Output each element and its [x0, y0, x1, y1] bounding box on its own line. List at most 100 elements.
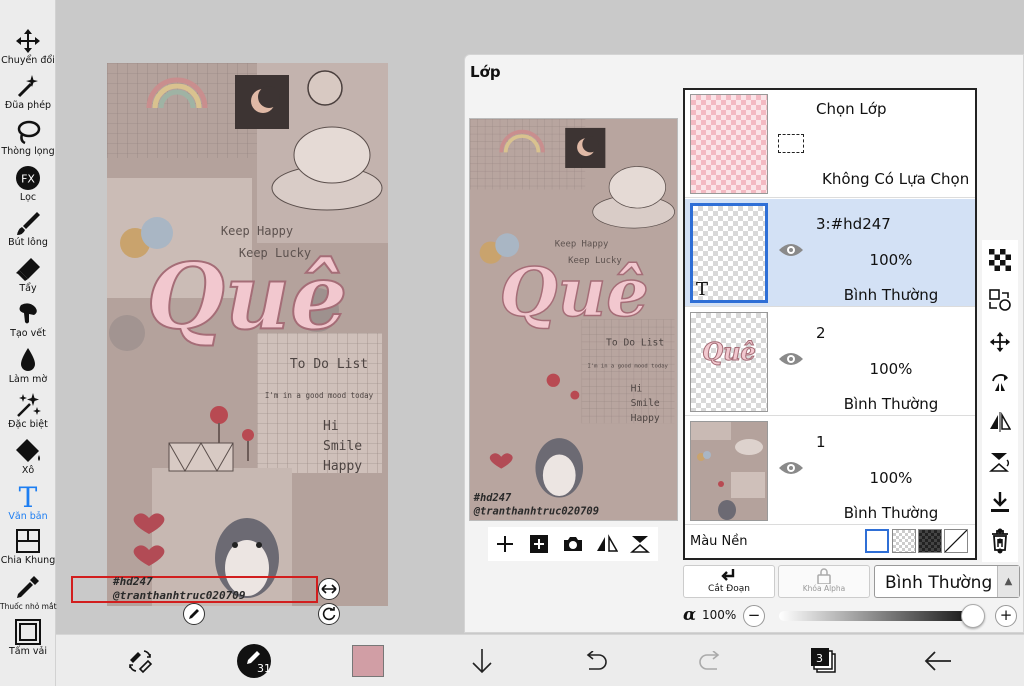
layer-visibility-toggle[interactable] — [778, 350, 804, 372]
layer-visibility-toggle[interactable] — [778, 459, 804, 481]
move-layer-button[interactable] — [988, 330, 1012, 354]
layer-list: Chọn Lớp Không Có Lựa Chọn T 3:#hd247 10… — [683, 88, 977, 560]
bg-none-swatch[interactable] — [944, 529, 968, 553]
tool-blur[interactable]: Làm mờ — [0, 347, 56, 385]
layer-row[interactable]: T 3:#hd247 100% Bình Thường — [685, 199, 975, 307]
convert-layer-button[interactable] — [988, 288, 1012, 312]
tool-special[interactable]: Đặc biệt — [0, 392, 56, 430]
eye-icon — [779, 244, 803, 256]
layer-row[interactable]: 1 100% Bình Thường — [685, 417, 975, 525]
tool-eraser[interactable]: Tẩy — [0, 256, 56, 294]
move-down-button[interactable] — [464, 644, 500, 678]
tool-smudge[interactable]: Tạo vết — [0, 301, 56, 339]
alpha-decrease-button[interactable]: − — [743, 605, 765, 627]
clip-arrow-icon — [721, 569, 735, 581]
blend-mode-select[interactable]: Bình Thường ▲ — [874, 565, 1020, 598]
camera-import-button[interactable] — [561, 532, 585, 556]
tool-label: Tẩy — [19, 283, 37, 294]
add-layer-button[interactable] — [493, 532, 517, 556]
alpha-lock-button[interactable]: Khóa Alpha — [778, 565, 870, 598]
layer-opacity: 100% — [869, 360, 913, 378]
add-square-icon — [530, 535, 548, 553]
flip-layer-vertical-button[interactable] — [988, 450, 1012, 474]
flip-horizontal-icon — [597, 534, 618, 552]
tool-label: Tấm vải — [9, 646, 47, 657]
flip-horizontal-button[interactable] — [595, 532, 619, 556]
layer-visibility-toggle[interactable] — [778, 241, 804, 263]
undo-button[interactable] — [578, 644, 614, 678]
tool-brush[interactable]: Bút lông — [0, 210, 56, 248]
clipping-button[interactable]: Cắt Đoạn — [683, 565, 775, 598]
resize-handle[interactable] — [318, 578, 340, 600]
tool-frame-divider[interactable]: Chia Khung — [0, 528, 56, 566]
more-options-button[interactable] — [994, 527, 1006, 555]
rotate-layer-button[interactable] — [988, 370, 1012, 394]
frame-divider-icon — [16, 529, 40, 553]
layer-thumbnail-art: Quê — [702, 337, 757, 367]
back-button[interactable] — [920, 644, 956, 678]
art-happy: Happy — [323, 459, 362, 474]
flip-layer-horizontal-button[interactable] — [988, 410, 1012, 434]
horizontal-resize-icon — [321, 584, 337, 594]
swap-tool-button[interactable] — [122, 644, 158, 678]
brush-size-button[interactable]: 31 — [236, 644, 272, 678]
bg-transparent-light-swatch[interactable] — [892, 529, 916, 553]
bg-transparent-dark-swatch[interactable] — [918, 529, 942, 553]
tool-magic-wand[interactable]: Đũa phép — [0, 73, 56, 111]
brush-size-value: 31 — [257, 662, 271, 675]
tool-label: Thuốc nhỏ mắt — [0, 602, 57, 611]
redo-button[interactable] — [692, 644, 728, 678]
preview-keep-lucky: Keep Lucky — [568, 256, 622, 266]
swap-layer-icon — [989, 289, 1011, 311]
layer-opacity: 100% — [869, 251, 913, 269]
selection-layer-status: Không Có Lựa Chọn — [822, 170, 970, 188]
camera-icon — [564, 537, 582, 551]
tool-filter[interactable]: FX Lọc — [0, 165, 56, 203]
drawing-canvas[interactable]: Quê Keep Happy Keep Lucky To Do List I'm… — [107, 63, 388, 606]
selection-layer-row[interactable]: Chọn Lớp Không Có Lựa Chọn — [685, 90, 975, 198]
layer-row[interactable]: Quê 2 100% Bình Thường — [685, 308, 975, 416]
bg-white-swatch[interactable] — [865, 529, 889, 553]
lasso-icon — [17, 120, 41, 145]
alpha-increase-button[interactable]: + — [995, 605, 1017, 627]
tool-eyedropper[interactable]: Thuốc nhỏ mắt — [0, 574, 57, 612]
flip-horizontal-icon — [990, 412, 1011, 432]
special-sparkle-icon — [17, 393, 41, 417]
merge-down-button[interactable] — [988, 490, 1012, 514]
merge-down-icon — [991, 492, 1009, 512]
color-picker-button[interactable] — [350, 644, 386, 678]
edit-text-handle[interactable] — [183, 603, 205, 625]
layers-button[interactable]: 3 — [806, 644, 842, 678]
pencil-icon — [189, 609, 199, 619]
layer-blend-mode: Bình Thường — [843, 395, 939, 413]
layer-thumbnail: T — [690, 203, 768, 303]
tool-bucket[interactable]: Xô — [0, 438, 56, 476]
checker-layer-button[interactable] — [988, 248, 1012, 272]
svg-text:T: T — [19, 482, 38, 510]
brush-eraser-swap-icon — [129, 650, 153, 674]
eye-icon — [779, 462, 803, 474]
art-keep-lucky: Keep Lucky — [239, 246, 311, 260]
layer-preview: Quê Keep Happy Keep Lucky To Do List I'm… — [469, 118, 678, 521]
checkerboard-icon — [989, 249, 1011, 271]
blend-mode-value: Bình Thường — [885, 573, 993, 593]
canvas-credit-text[interactable]: @tranthanhtruc020709 — [113, 589, 245, 602]
layer-thumbnail-art — [691, 422, 767, 520]
alpha-slider[interactable] — [779, 611, 975, 621]
layer-name: 3:#hd247 — [816, 215, 891, 233]
tool-canvas[interactable]: Tấm vải — [0, 619, 56, 657]
canvas-tag-text[interactable]: #hd247 — [113, 575, 153, 588]
tool-transform[interactable]: Chuyển đổi — [0, 28, 56, 66]
text-tool-icon: T — [19, 482, 38, 510]
add-layer-copy-button[interactable] — [527, 532, 551, 556]
alpha-slider-knob[interactable] — [961, 604, 985, 628]
tool-lasso[interactable]: Thòng lọng — [0, 119, 56, 157]
text-layer-badge: T — [696, 279, 709, 300]
flip-vertical-button[interactable] — [629, 532, 653, 556]
preview-keep-happy: Keep Happy — [555, 240, 609, 250]
rotate-icon — [322, 607, 336, 621]
rotate-handle[interactable] — [318, 603, 340, 625]
tool-text[interactable]: T Văn bản — [0, 482, 56, 522]
svg-text:FX: FX — [21, 173, 35, 186]
layer-opacity: 100% — [869, 469, 913, 487]
